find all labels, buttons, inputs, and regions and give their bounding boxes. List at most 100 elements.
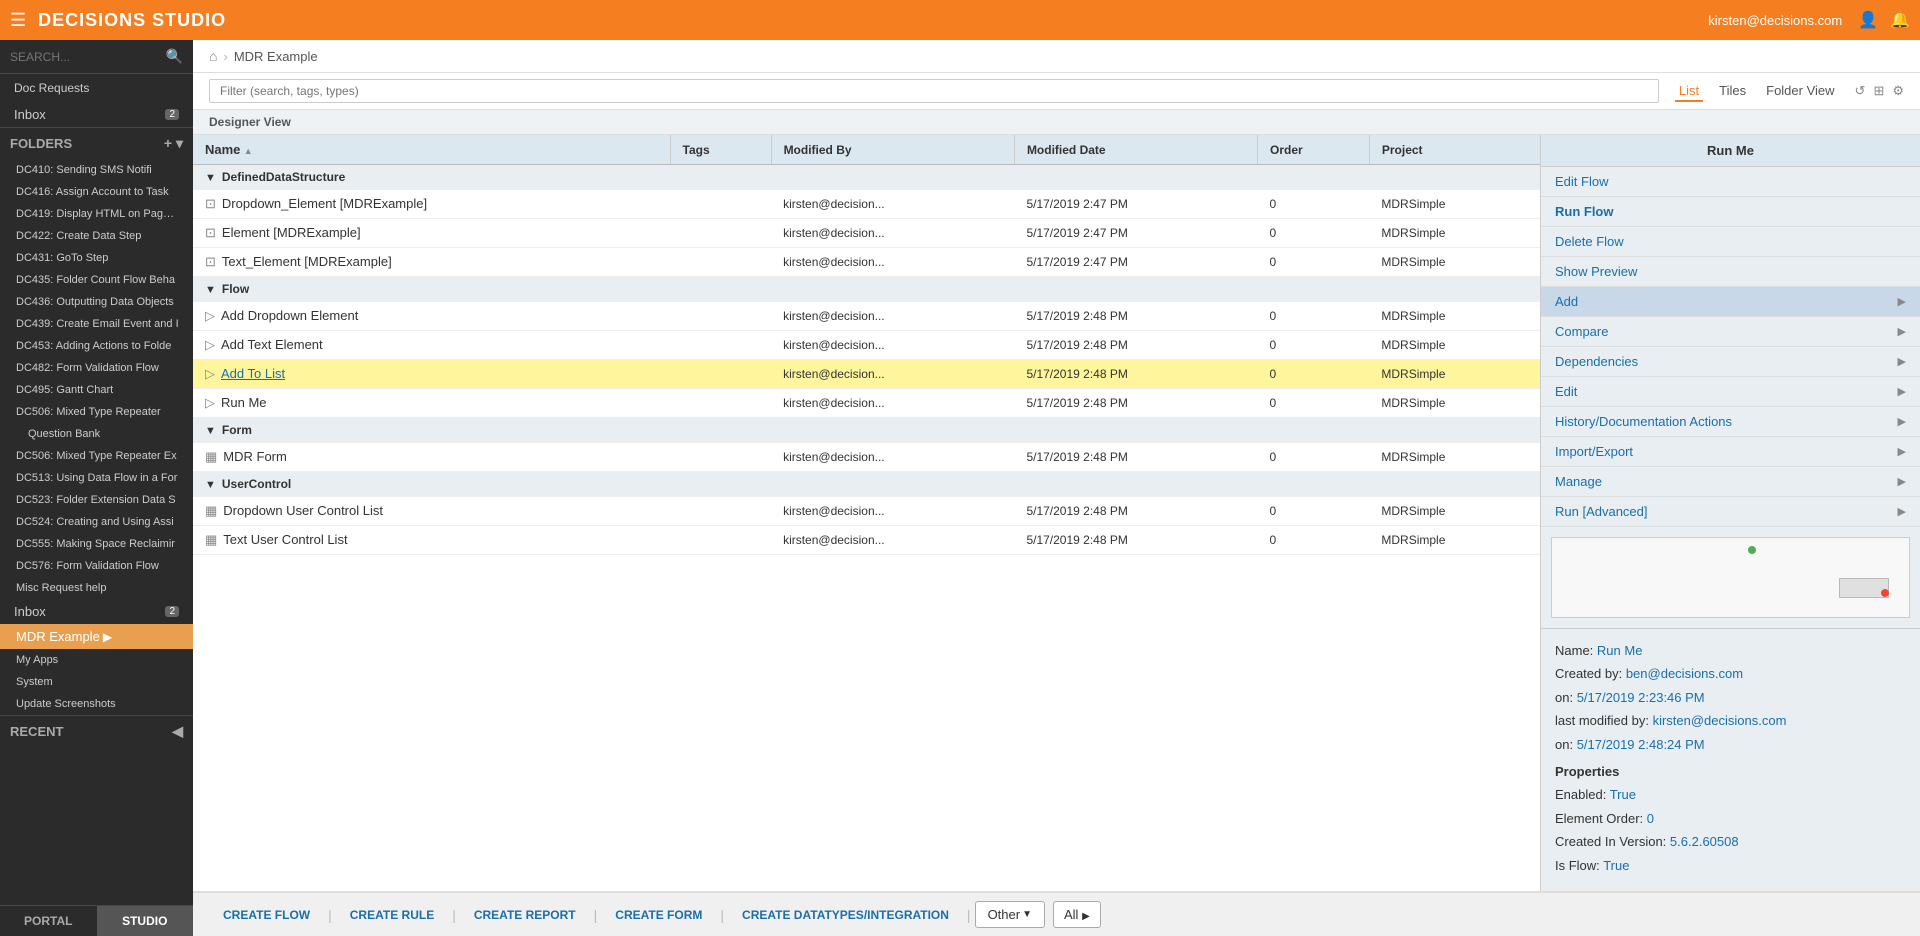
sidebar-item-dc506ex[interactable]: DC506: Mixed Type Repeater Ex bbox=[0, 445, 193, 467]
row-name: Dropdown_Element [MDRExample] bbox=[222, 196, 427, 211]
table-row[interactable]: ⊡Dropdown_Element [MDRExample] kirsten@d… bbox=[193, 190, 1540, 219]
col-modified-date[interactable]: Modified Date bbox=[1014, 135, 1257, 165]
row-modified-date: 5/17/2019 2:47 PM bbox=[1014, 190, 1257, 219]
row-tags bbox=[670, 443, 771, 472]
row-order: 0 bbox=[1258, 302, 1370, 331]
table-row[interactable]: ▦Text User Control List kirsten@decision… bbox=[193, 526, 1540, 555]
row-order: 0 bbox=[1258, 190, 1370, 219]
folders-section-header[interactable]: FOLDERS + ▾ bbox=[0, 127, 193, 159]
sidebar-item-dc416[interactable]: DC416: Assign Account to Task bbox=[0, 181, 193, 203]
table-group-row[interactable]: ▼Flow bbox=[193, 277, 1540, 302]
tab-studio[interactable]: STUDIO bbox=[97, 906, 194, 936]
right-menu-item-show-preview[interactable]: Show Preview bbox=[1541, 257, 1920, 287]
sidebar-item-inbox[interactable]: Inbox 2 bbox=[0, 102, 193, 127]
collapse-recent-icon[interactable]: ◀ bbox=[172, 723, 183, 740]
table-group-row[interactable]: ▼Form bbox=[193, 418, 1540, 443]
sidebar-item-dc523[interactable]: DC523: Folder Extension Data S bbox=[0, 489, 193, 511]
right-menu-item-run-flow[interactable]: Run Flow bbox=[1541, 197, 1920, 227]
sidebar-item-update-screenshots[interactable]: Update Screenshots bbox=[0, 693, 193, 715]
sidebar-item-question-bank[interactable]: Question Bank bbox=[0, 423, 193, 445]
row-icon: ⊡ bbox=[205, 254, 216, 269]
tab-tiles[interactable]: Tiles bbox=[1715, 81, 1750, 102]
sidebar-item-doc-requests[interactable]: Doc Requests bbox=[0, 74, 193, 102]
table-row[interactable]: ⊡Element [MDRExample] kirsten@decision..… bbox=[193, 219, 1540, 248]
table-row[interactable]: ▦MDR Form kirsten@decision... 5/17/2019 … bbox=[193, 443, 1540, 472]
sidebar-item-dc436[interactable]: DC436: Outputting Data Objects bbox=[0, 291, 193, 313]
sidebar-item-dc524[interactable]: DC524: Creating and Using Assi bbox=[0, 511, 193, 533]
recent-section-header[interactable]: RECENT ◀ bbox=[0, 715, 193, 747]
row-modified-by: kirsten@decision... bbox=[771, 219, 1014, 248]
sidebar-item-dc419[interactable]: DC419: Display HTML on Page U bbox=[0, 203, 193, 225]
col-modified-by[interactable]: Modified By bbox=[771, 135, 1014, 165]
user-email: kirsten@decisions.com bbox=[1708, 13, 1842, 28]
col-order[interactable]: Order bbox=[1258, 135, 1370, 165]
create-flow-button[interactable]: CREATE FLOW bbox=[209, 902, 324, 928]
all-button[interactable]: All ▶ bbox=[1053, 901, 1101, 928]
sidebar-item-dc482[interactable]: DC482: Form Validation Flow bbox=[0, 357, 193, 379]
sidebar-item-dc435[interactable]: DC435: Folder Count Flow Beha bbox=[0, 269, 193, 291]
sidebar-item-misc[interactable]: Misc Request help bbox=[0, 577, 193, 599]
create-form-button[interactable]: CREATE FORM bbox=[601, 902, 716, 928]
right-menu-item-manage[interactable]: Manage▶ bbox=[1541, 467, 1920, 497]
row-modified-date: 5/17/2019 2:48 PM bbox=[1014, 331, 1257, 360]
table-row[interactable]: ▷Add Text Element kirsten@decision... 5/… bbox=[193, 331, 1540, 360]
home-icon[interactable]: ⌂ bbox=[209, 48, 217, 64]
right-menu-item-historydocumentation-actions[interactable]: History/Documentation Actions▶ bbox=[1541, 407, 1920, 437]
sidebar-item-dc513[interactable]: DC513: Using Data Flow in a For bbox=[0, 467, 193, 489]
table-row[interactable]: ▷Run Me kirsten@decision... 5/17/2019 2:… bbox=[193, 389, 1540, 418]
search-input[interactable] bbox=[10, 50, 166, 64]
sidebar-item-dc453[interactable]: DC453: Adding Actions to Folde bbox=[0, 335, 193, 357]
sidebar-item-dc495[interactable]: DC495: Gantt Chart bbox=[0, 379, 193, 401]
create-rule-button[interactable]: CREATE RULE bbox=[336, 902, 448, 928]
tab-list[interactable]: List bbox=[1675, 81, 1703, 102]
table-row[interactable]: ▷Add To List kirsten@decision... 5/17/20… bbox=[193, 360, 1540, 389]
row-name[interactable]: Add To List bbox=[221, 366, 285, 381]
col-project[interactable]: Project bbox=[1369, 135, 1540, 165]
right-menu-item-edit-flow[interactable]: Edit Flow bbox=[1541, 167, 1920, 197]
other-dropdown[interactable]: Other ▼ bbox=[975, 901, 1045, 928]
refresh-icon[interactable]: ↺ bbox=[1855, 83, 1866, 99]
right-menu-item-edit[interactable]: Edit▶ bbox=[1541, 377, 1920, 407]
tab-portal[interactable]: PORTAL bbox=[0, 906, 97, 936]
settings-icon[interactable]: ⚙ bbox=[1892, 83, 1904, 99]
filter-input[interactable] bbox=[209, 79, 1659, 103]
table-row[interactable]: ⊡Text_Element [MDRExample] kirsten@decis… bbox=[193, 248, 1540, 277]
sidebar-item-my-apps[interactable]: My Apps bbox=[0, 649, 193, 671]
right-menu-item-run-advanced[interactable]: Run [Advanced]▶ bbox=[1541, 497, 1920, 527]
breadcrumb-separator: › bbox=[223, 49, 227, 64]
sidebar-item-system[interactable]: System bbox=[0, 671, 193, 693]
tab-folder-view[interactable]: Folder View bbox=[1762, 81, 1838, 102]
sidebar-item-dc506[interactable]: DC506: Mixed Type Repeater bbox=[0, 401, 193, 423]
table-group-row[interactable]: ▼DefinedDataStructure bbox=[193, 165, 1540, 190]
sidebar-item-dc422[interactable]: DC422: Create Data Step bbox=[0, 225, 193, 247]
sidebar-item-dc576[interactable]: DC576: Form Validation Flow bbox=[0, 555, 193, 577]
right-menu-item-add[interactable]: Add▶ bbox=[1541, 287, 1920, 317]
table-row[interactable]: ▷Add Dropdown Element kirsten@decision..… bbox=[193, 302, 1540, 331]
sidebar-item-mdr-example[interactable]: MDR Example ▶ bbox=[0, 624, 193, 649]
menu-icon[interactable]: ☰ bbox=[10, 10, 26, 31]
create-datatypes-button[interactable]: CREATE DATATYPES/INTEGRATION bbox=[728, 902, 963, 928]
sidebar-item-dc555[interactable]: DC555: Making Space Reclaimir bbox=[0, 533, 193, 555]
row-name: Element [MDRExample] bbox=[222, 225, 361, 240]
bell-icon[interactable]: 🔔 bbox=[1890, 10, 1910, 30]
user-icon[interactable]: 👤 bbox=[1858, 10, 1878, 30]
right-menu-item-delete-flow[interactable]: Delete Flow bbox=[1541, 227, 1920, 257]
right-menu-item-importexport[interactable]: Import/Export▶ bbox=[1541, 437, 1920, 467]
right-menu-item-compare[interactable]: Compare▶ bbox=[1541, 317, 1920, 347]
create-report-button[interactable]: CREATE REPORT bbox=[460, 902, 590, 928]
col-tags[interactable]: Tags bbox=[670, 135, 771, 165]
content-area: ⌂ › MDR Example List Tiles Folder View ↺… bbox=[193, 40, 1920, 936]
sidebar-item-dc431[interactable]: DC431: GoTo Step bbox=[0, 247, 193, 269]
table-group-row[interactable]: ▼UserControl bbox=[193, 472, 1540, 497]
sidebar-item-dc439[interactable]: DC439: Create Email Event and I bbox=[0, 313, 193, 335]
col-name[interactable]: Name ▲ bbox=[193, 135, 670, 165]
add-folder-icon[interactable]: + ▾ bbox=[164, 135, 183, 152]
row-modified-by: kirsten@decision... bbox=[771, 331, 1014, 360]
right-menu-item-dependencies[interactable]: Dependencies▶ bbox=[1541, 347, 1920, 377]
row-project: MDRSimple bbox=[1369, 248, 1540, 277]
sidebar-item-dc410[interactable]: DC410: Sending SMS Notifi bbox=[0, 159, 193, 181]
right-panel-title: Run Me bbox=[1541, 135, 1920, 167]
sidebar-item-inbox2[interactable]: Inbox 2 bbox=[0, 599, 193, 624]
table-row[interactable]: ▦Dropdown User Control List kirsten@deci… bbox=[193, 497, 1540, 526]
layout-icon[interactable]: ⊞ bbox=[1873, 83, 1884, 99]
